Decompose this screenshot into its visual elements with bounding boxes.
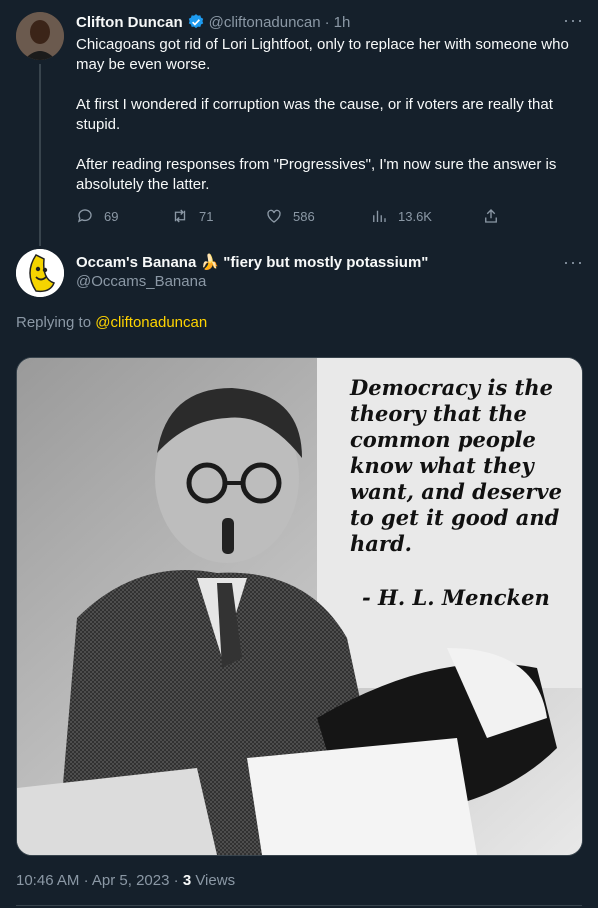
image-quote-line: common people: [350, 427, 536, 452]
image-quote-line: know what they: [350, 453, 534, 478]
reply-count: 69: [104, 208, 119, 224]
image-quote-line: want, and deserve: [350, 479, 562, 504]
tweet2-views-label: Views: [195, 872, 236, 889]
image-quote-line: to get it good and: [350, 505, 560, 530]
views-count: 13.6K: [398, 208, 432, 224]
reply-icon: [77, 209, 92, 223]
tweet1-paragraph: At first I wondered if corruption was th…: [76, 96, 553, 133]
tweet1-header: Clifton Duncan @cliftonaduncan · 1h: [76, 13, 350, 31]
tweet1-more-icon[interactable]: ···: [563, 10, 584, 31]
image-quote-line: hard.: [350, 531, 412, 556]
analytics-icon: [373, 210, 386, 222]
views-button[interactable]: 13.6K: [370, 207, 432, 225]
image-quote: Democracy is the theory that the common …: [350, 375, 562, 557]
tweet1-author-name[interactable]: Clifton Duncan: [76, 14, 183, 31]
tweet2-more-icon[interactable]: ···: [563, 252, 584, 273]
tweet1-paragraph: Chicagoans got rid of Lori Lightfoot, on…: [76, 36, 569, 73]
share-icon: [485, 209, 497, 223]
tweet2-time[interactable]: 10:46 AM: [16, 872, 79, 889]
tweet1-handle[interactable]: @cliftonaduncan: [209, 14, 321, 31]
thread-line: [39, 64, 41, 246]
like-button[interactable]: 586: [265, 207, 315, 225]
verified-badge-icon: [187, 13, 205, 31]
retweet-icon: [174, 209, 186, 223]
tweet-image[interactable]: Democracy is the theory that the common …: [16, 357, 583, 856]
tweet1-text: Chicagoans got rid of Lori Lightfoot, on…: [76, 35, 581, 195]
reply-button[interactable]: 69: [76, 207, 118, 225]
tweet2-meta: 10:46 AM · Apr 5, 2023 · 3 Views: [16, 872, 235, 889]
heart-icon: [267, 209, 281, 223]
tweet2-author-name[interactable]: Occam's Banana 🍌 "fiery but mostly potas…: [76, 253, 428, 271]
image-attribution: - H. L. Mencken: [362, 585, 550, 610]
replying-to-prefix: Replying to: [16, 314, 92, 331]
tweet2-handle[interactable]: @Occams_Banana: [76, 273, 206, 290]
tweet1-action-bar: 69 71 586 13.6K: [76, 207, 506, 227]
share-button[interactable]: [482, 207, 500, 225]
image-quote-line: Democracy is the: [350, 375, 553, 400]
occams-banana-avatar[interactable]: [16, 249, 64, 297]
image-quote-line: theory that the: [350, 401, 527, 426]
meta-separator: ·: [173, 872, 179, 889]
clifton-avatar[interactable]: [16, 12, 64, 60]
retweet-button[interactable]: 71: [171, 207, 213, 225]
tweet1-time[interactable]: 1h: [334, 14, 351, 31]
replying-to: Replying to @cliftonaduncan: [16, 314, 207, 331]
tweet2-date[interactable]: Apr 5, 2023: [92, 872, 170, 889]
retweet-count: 71: [199, 208, 214, 224]
divider: [16, 905, 582, 906]
tweet2-views-count: 3: [182, 872, 192, 889]
like-count: 586: [293, 208, 315, 224]
replying-to-handle[interactable]: @cliftonaduncan: [95, 314, 207, 331]
meta-separator: ·: [83, 872, 89, 889]
tweet1-paragraph: After reading responses from "Progressiv…: [76, 156, 557, 193]
tweet1-separator: ·: [324, 13, 330, 31]
